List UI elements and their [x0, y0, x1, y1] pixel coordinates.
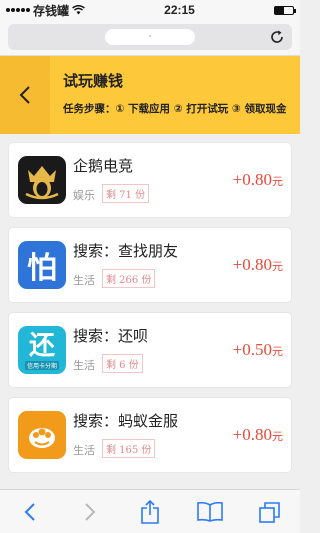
- app-name: 搜索：蚂蚁金服: [73, 412, 179, 430]
- category-label: 生活: [73, 274, 95, 287]
- remaining-badge: 剩 6 份: [102, 354, 143, 373]
- reward-amount: +0.50元: [232, 340, 283, 359]
- task-list: 企鹅电竞 娱乐 剩 71 份 +0.80元 怕 搜索：查找朋友 生活 剩 266…: [0, 134, 300, 473]
- back-button[interactable]: [0, 56, 50, 134]
- status-left: 存钱罐: [6, 2, 85, 19]
- share-button[interactable]: [135, 497, 165, 527]
- book-icon: [197, 501, 223, 522]
- wifi-icon: [72, 5, 85, 15]
- task-card[interactable]: 怕 搜索：查找朋友 生活 剩 266 份 +0.80元: [8, 227, 292, 303]
- task-card[interactable]: 企鹅电竞 娱乐 剩 71 份 +0.80元: [8, 142, 292, 218]
- signal-icon: [6, 8, 30, 12]
- remaining-badge: 剩 165 份: [102, 439, 156, 458]
- share-icon: [141, 499, 159, 524]
- bookmarks-button[interactable]: [195, 497, 225, 527]
- app-name: 搜索：查找朋友: [73, 242, 179, 260]
- reward-amount: +0.80元: [232, 425, 283, 444]
- reload-icon[interactable]: [268, 28, 286, 46]
- ant-financial-icon: [18, 411, 66, 459]
- reward-amount: +0.80元: [232, 255, 283, 274]
- huan-char-icon: 还 信用卡分期: [18, 326, 66, 374]
- task-card[interactable]: 还 信用卡分期 搜索：还呗 生活 剩 6 份 +0.50元: [8, 312, 292, 388]
- clock: 22:15: [164, 3, 195, 17]
- remaining-badge: 剩 71 份: [102, 184, 150, 203]
- back-nav-button[interactable]: [15, 497, 45, 527]
- chevron-left-icon: [19, 86, 30, 104]
- page-title: 试玩赚钱: [63, 72, 124, 90]
- app-name: 企鹅电竞: [73, 157, 134, 175]
- carrier-label: 存钱罐: [33, 3, 70, 18]
- penguin-esports-icon: [18, 156, 66, 204]
- tabs-button[interactable]: [255, 497, 285, 527]
- chevron-left-icon: [24, 502, 35, 521]
- category-label: 生活: [73, 359, 95, 372]
- address-bar[interactable]: ·: [8, 24, 292, 50]
- page-header: 试玩赚钱 任务步骤：① 下载应用 ② 打开试玩 ③ 领取现金: [0, 56, 300, 134]
- task-steps: 任务步骤：① 下载应用 ② 打开试玩 ③ 领取现金: [63, 103, 287, 115]
- remaining-badge: 剩 266 份: [102, 269, 156, 288]
- forward-nav-button[interactable]: [75, 497, 105, 527]
- category-label: 生活: [73, 444, 95, 457]
- chevron-right-icon: [85, 502, 96, 521]
- task-card[interactable]: 搜索：蚂蚁金服 生活 剩 165 份 +0.80元: [8, 397, 292, 473]
- status-bar: 存钱罐 22:15: [0, 0, 300, 20]
- tabs-icon: [259, 501, 280, 523]
- pa-char-icon: 怕: [18, 241, 66, 289]
- reward-amount: +0.80元: [232, 170, 283, 189]
- browser-toolbar: [0, 489, 300, 533]
- address-bar-area: ·: [0, 20, 300, 56]
- battery-icon: [274, 5, 296, 15]
- category-label: 娱乐: [73, 189, 95, 202]
- app-name: 搜索：还呗: [73, 327, 149, 345]
- url-text[interactable]: ·: [105, 29, 195, 45]
